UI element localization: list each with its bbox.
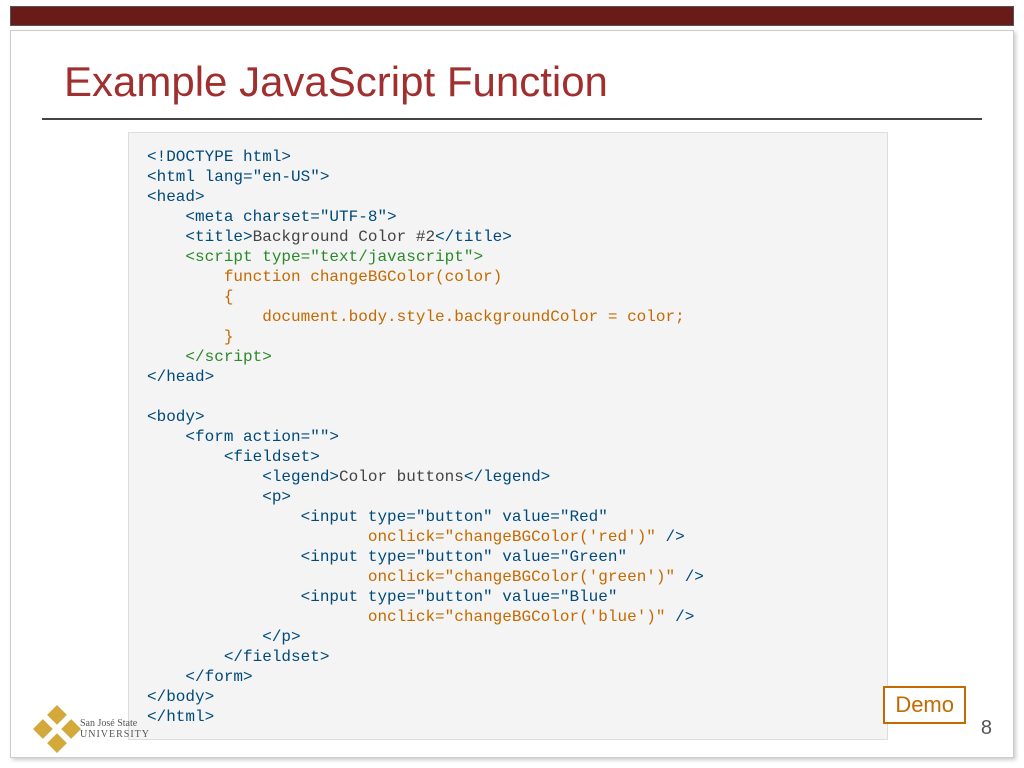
code-line: <script type="text/javascript">	[185, 248, 483, 266]
page-number: 8	[981, 717, 992, 740]
code-line: />	[675, 568, 704, 586]
code-text: Color buttons	[339, 468, 464, 486]
code-line: <input type="button" value="Red"	[301, 508, 608, 526]
logo-icon	[33, 705, 81, 753]
logo-text: San José State UNIVERSITY	[80, 718, 150, 740]
code-line: </title>	[435, 228, 512, 246]
code-line: <form action="">	[185, 428, 339, 446]
code-line: </form>	[185, 668, 252, 686]
code-example-box: <!DOCTYPE html> <html lang="en-US"> <hea…	[128, 132, 888, 740]
code-line: onclick="changeBGColor('red')"	[368, 528, 656, 546]
demo-button[interactable]: Demo	[883, 686, 966, 724]
code-line: />	[666, 608, 695, 626]
code-line: <head>	[147, 188, 205, 206]
code-line: {	[224, 288, 234, 306]
code-line: </head>	[147, 368, 214, 386]
university-logo: San José State UNIVERSITY	[40, 712, 150, 746]
code-line: </p>	[262, 628, 300, 646]
code-line: <!DOCTYPE html>	[147, 148, 291, 166]
code-line: <body>	[147, 408, 205, 426]
code-line: <input type="button" value="Green"	[301, 548, 627, 566]
code-line: <input type="button" value="Blue"	[301, 588, 618, 606]
code-line: onclick="changeBGColor('green')"	[368, 568, 675, 586]
logo-line1: San José State	[80, 718, 150, 729]
code-line: </script>	[185, 348, 271, 366]
code-line: <p>	[262, 488, 291, 506]
code-line: onclick="changeBGColor('blue')"	[368, 608, 666, 626]
code-line: <fieldset>	[224, 448, 320, 466]
code-line: <meta charset="UTF-8">	[185, 208, 396, 226]
code-line: <html lang="en-US">	[147, 168, 329, 186]
code-line: />	[656, 528, 685, 546]
code-line: document.body.style.backgroundColor = co…	[262, 308, 684, 326]
logo-line2: UNIVERSITY	[80, 729, 150, 740]
title-divider	[42, 118, 982, 120]
code-text: Background Color #2	[253, 228, 435, 246]
code-line: function changeBGColor(color)	[224, 268, 502, 286]
slide-top-bar	[10, 6, 1014, 26]
code-line: </fieldset>	[224, 648, 330, 666]
code-line: <legend>	[262, 468, 339, 486]
slide-title: Example JavaScript Function	[64, 58, 608, 106]
code-line: }	[224, 328, 234, 346]
code-line: <title>	[185, 228, 252, 246]
code-line: </body>	[147, 688, 214, 706]
code-line: </html>	[147, 708, 214, 726]
code-line: </legend>	[464, 468, 550, 486]
